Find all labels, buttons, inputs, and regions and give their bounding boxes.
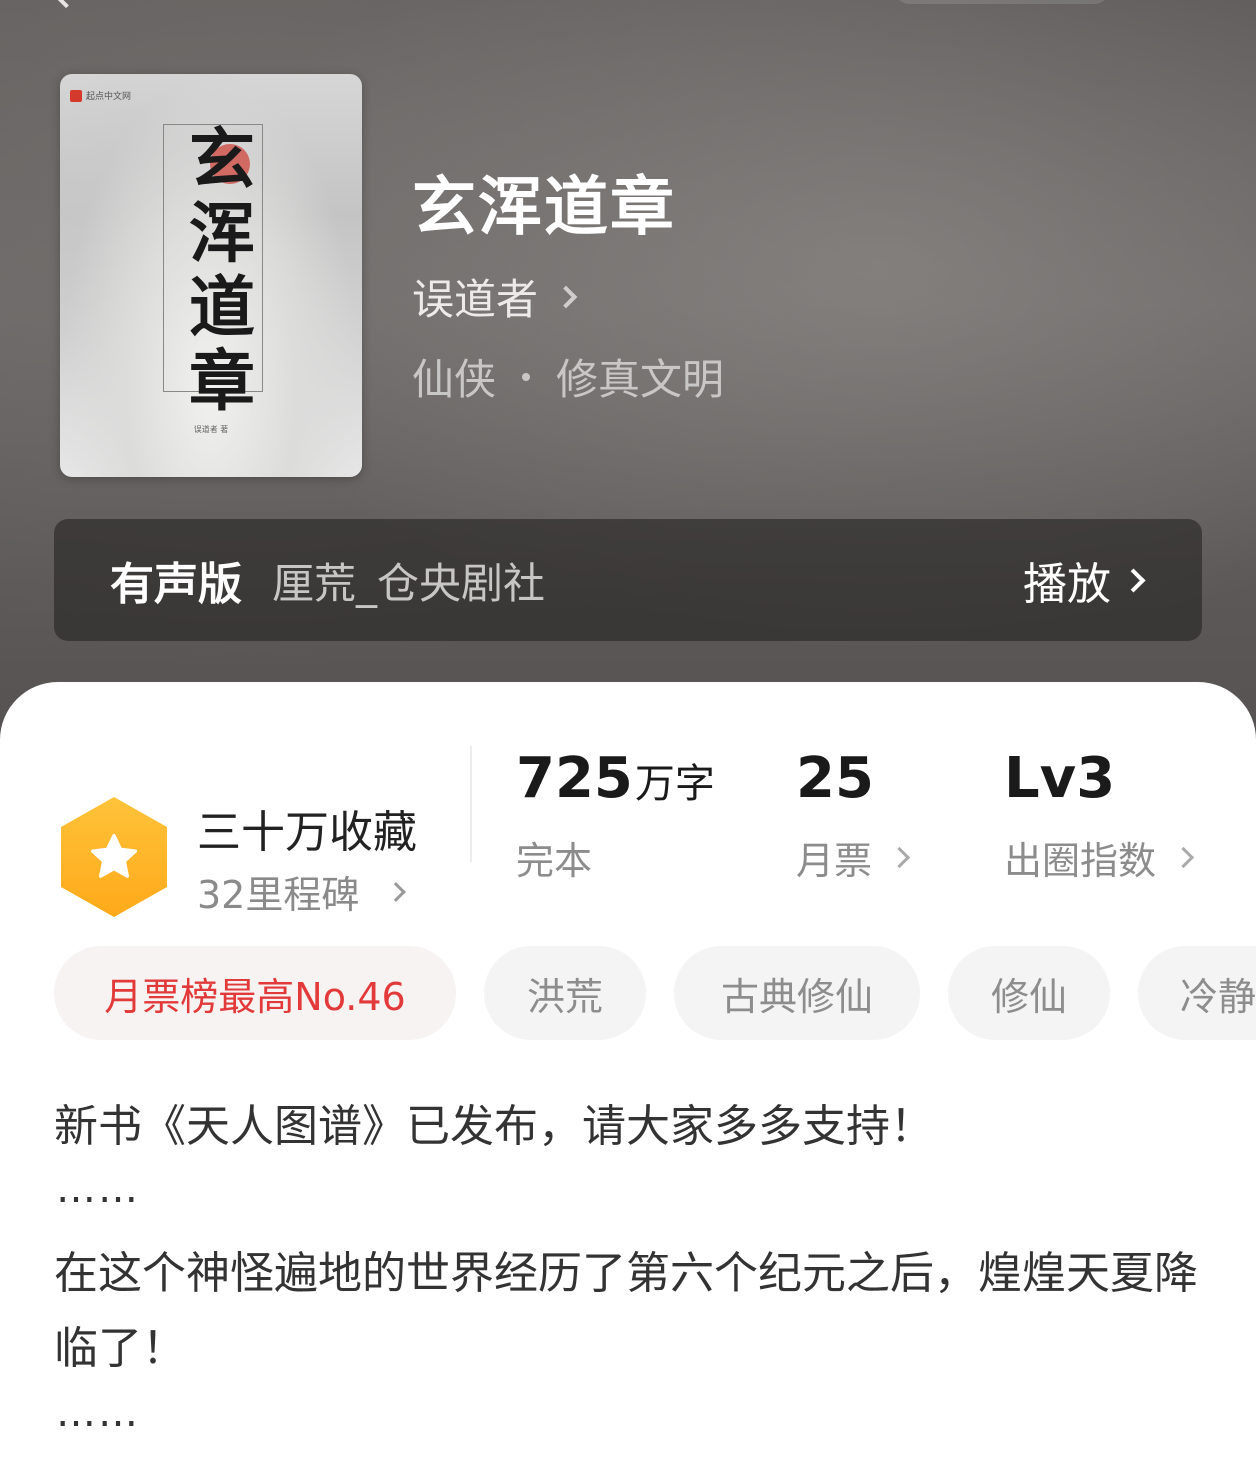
- collection-title: 三十万收藏: [197, 807, 417, 858]
- star-icon: [90, 833, 138, 878]
- tag-classic-xiuxian[interactable]: 古典修仙: [674, 946, 920, 1040]
- back-icon[interactable]: [51, 0, 81, 9]
- influence-index-link[interactable]: 出圈指数: [1004, 830, 1195, 885]
- author-link[interactable]: 误道者: [412, 266, 578, 327]
- chevron-right-icon: [554, 285, 578, 308]
- chevron-right-icon: [386, 881, 407, 902]
- play-label: 播放: [1023, 559, 1111, 610]
- chevron-right-icon: [888, 846, 911, 869]
- audio-narrator: 厘荒_仓央剧社: [272, 558, 546, 608]
- separator-dot: [522, 372, 531, 381]
- completion-status: 完本: [516, 839, 593, 883]
- play-button[interactable]: 播放: [1023, 548, 1146, 612]
- genre-line: 仙侠 修真文明: [412, 346, 724, 407]
- cover-author-mark: 误道者 著: [193, 425, 229, 434]
- tag-honghuang[interactable]: 洪荒: [484, 946, 646, 1040]
- audio-version-bar[interactable]: 有声版 厘荒_仓央剧社 播放: [54, 519, 1202, 641]
- influence-index-label: 出圈指数: [1004, 839, 1157, 883]
- publisher-logo-icon: [70, 90, 82, 102]
- book-title: 玄浑道章: [412, 170, 676, 245]
- milestone-label: 32里程碑: [197, 873, 360, 917]
- description-line-2: 在这个神怪遍地的世界经历了第六个纪元之后，煌煌天夏降临了！: [54, 1248, 1198, 1374]
- description-ellipsis-2: ……: [56, 1390, 140, 1436]
- description-line-1: 新书《天人图谱》已发布，请大家多多支持！: [54, 1101, 934, 1152]
- monthly-ticket-value: 25: [796, 746, 874, 811]
- influence-level-value: Lv3: [1004, 746, 1116, 811]
- chevron-right-icon: [1121, 567, 1146, 593]
- author-name: 误道者: [412, 275, 539, 324]
- divider: [470, 746, 472, 862]
- book-cover[interactable]: 起点中文网 玄浑道章 误道者 著: [60, 74, 362, 477]
- cover-title-art: 玄浑道章: [189, 120, 255, 420]
- category: 仙侠: [412, 355, 497, 404]
- tag-xiuxian[interactable]: 修仙: [948, 946, 1110, 1040]
- tag-calm[interactable]: 冷静: [1138, 946, 1256, 1040]
- cover-publisher-mark: 起点中文网: [86, 92, 132, 102]
- milestone-link[interactable]: 32里程碑: [197, 864, 407, 919]
- word-count-value: 725万字: [516, 746, 715, 811]
- monthly-ticket-label: 月票: [796, 839, 873, 883]
- monthly-ticket-link[interactable]: 月票: [796, 830, 911, 885]
- book-header: 起点中文网 玄浑道章 误道者 著 玄浑道章 误道者 仙侠 修真文明 有声版 厘荒…: [0, 0, 1256, 760]
- top-action-pill[interactable]: [895, 0, 1109, 4]
- subcategory: 修真文明: [556, 355, 725, 404]
- tag-rank[interactable]: 月票榜最高No.46: [54, 946, 456, 1040]
- chevron-right-icon: [1172, 846, 1195, 869]
- description-ellipsis-1: ……: [56, 1166, 140, 1212]
- audio-label: 有声版: [110, 559, 242, 610]
